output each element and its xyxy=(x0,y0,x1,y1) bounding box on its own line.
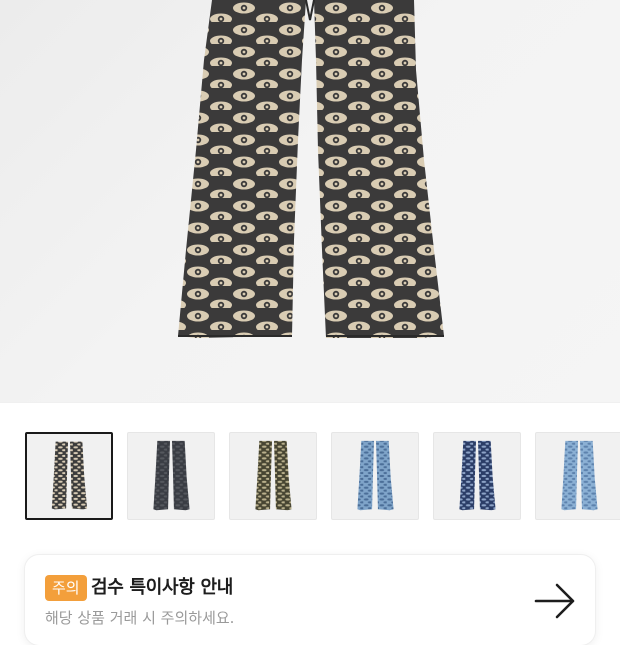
warning-badge: 주의 xyxy=(45,575,87,601)
product-thumbnail[interactable] xyxy=(229,432,317,520)
product-thumbnail[interactable] xyxy=(127,432,215,520)
jeans-thumbnail-image xyxy=(357,440,394,511)
product-thumbnail[interactable] xyxy=(433,432,521,520)
thumbnail-strip[interactable] xyxy=(0,432,620,524)
notice-subtitle: 해당 상품 거래 시 주의하세요. xyxy=(45,609,235,627)
inspection-notice-card[interactable]: 주의 검수 특이사항 안내 해당 상품 거래 시 주의하세요. xyxy=(25,555,595,645)
jeans-thumbnail-image xyxy=(459,440,496,511)
product-thumbnail[interactable] xyxy=(25,432,113,520)
arrow-right-icon[interactable] xyxy=(533,581,577,621)
eye-pattern-jeans-image xyxy=(178,0,444,338)
jeans-thumbnail-image xyxy=(51,441,88,510)
product-thumbnail[interactable] xyxy=(331,432,419,520)
product-hero-image[interactable] xyxy=(0,0,620,402)
notice-title: 검수 특이사항 안내 xyxy=(91,577,234,598)
section-divider xyxy=(0,402,620,403)
jeans-thumbnail-image xyxy=(255,440,292,511)
jeans-thumbnail-image xyxy=(153,440,190,511)
product-thumbnail[interactable] xyxy=(535,432,620,520)
jeans-thumbnail-image xyxy=(561,440,598,511)
